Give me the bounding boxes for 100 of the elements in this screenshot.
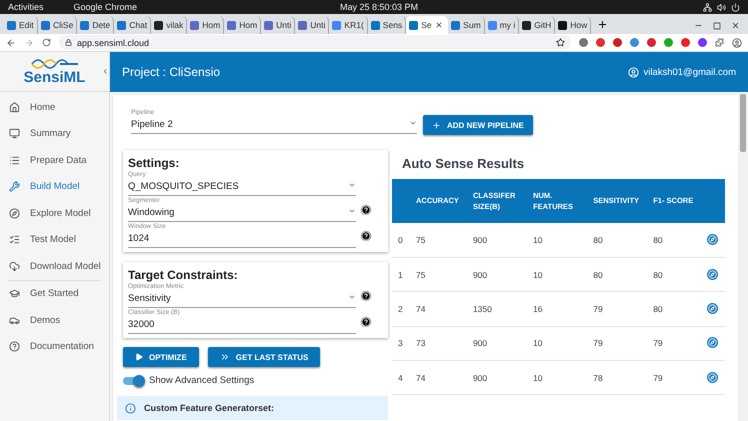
star-icon[interactable]: [556, 38, 565, 47]
table-cell: 79: [647, 326, 702, 361]
info-icon: [125, 402, 136, 414]
new-tab-icon[interactable]: [597, 19, 608, 30]
browser-tab[interactable]: Se: [406, 16, 448, 34]
cloud-download-icon: [9, 260, 20, 272]
table-cell: 10: [527, 360, 588, 395]
table-cell: 10: [527, 223, 588, 258]
table-cell: 79: [587, 292, 648, 326]
help-icon[interactable]: [361, 316, 371, 326]
status-button[interactable]: GET LAST STATUS: [208, 347, 320, 367]
dropdown-caret-icon[interactable]: [409, 119, 417, 127]
dropdown-caret-icon[interactable]: [348, 207, 356, 215]
card-title: Target Constraints:: [128, 268, 239, 282]
reload-icon[interactable]: [42, 38, 51, 47]
table-cell: 1350: [466, 292, 528, 326]
network-icon[interactable]: [703, 2, 712, 12]
profile-icon[interactable]: [732, 38, 742, 48]
select-field[interactable]: Pipeline 2: [131, 119, 173, 130]
table-cell: 74: [410, 292, 467, 326]
help-icon: [9, 341, 20, 352]
double-chevron-icon: [220, 352, 230, 362]
table-cell: 10: [527, 257, 588, 292]
compass-icon[interactable]: [707, 268, 718, 280]
table-cell: 80: [647, 257, 702, 292]
table-cell: 900: [466, 257, 528, 292]
nav-item[interactable]: Test Model: [0, 226, 109, 253]
monitor-icon: [9, 128, 20, 140]
back-icon[interactable]: [6, 38, 16, 48]
select-field[interactable]: Sensitivity: [128, 293, 171, 304]
table-cell: 1: [392, 257, 410, 292]
volume-icon[interactable]: [717, 2, 726, 12]
user-account[interactable]: vilaksh01@gmail.com: [628, 66, 736, 78]
optimize-button[interactable]: OPTIMIZE: [123, 347, 199, 367]
scrollbar-thumb[interactable]: [740, 94, 746, 152]
select-field[interactable]: Windowing: [128, 207, 174, 218]
nav-item[interactable]: Get Started: [0, 280, 109, 307]
card-title: Settings:: [128, 156, 180, 170]
dropdown-caret-icon[interactable]: [348, 181, 356, 189]
compass-icon: [9, 208, 20, 219]
nav-item[interactable]: Download Model: [0, 253, 109, 280]
table-cell: 80: [587, 223, 648, 258]
results-title: Auto Sense Results: [402, 156, 526, 171]
info-text: Custom Feature Generatorset:: [144, 403, 274, 413]
address-field[interactable]: app.sensiml.cloud: [59, 35, 571, 50]
table-cell: 75: [410, 257, 467, 292]
lock-icon: [65, 39, 72, 46]
compass-icon[interactable]: [707, 337, 718, 348]
table-cell: 74: [410, 360, 467, 395]
close-icon[interactable]: [434, 21, 443, 29]
help-icon[interactable]: [361, 290, 371, 300]
nav-item[interactable]: Documentation: [0, 334, 109, 360]
table-cell: 80: [587, 257, 648, 292]
nav-item[interactable]: Demos: [0, 307, 109, 334]
select-field[interactable]: Q_MOSQUITO_SPECIES: [128, 181, 239, 192]
compass-icon[interactable]: [707, 302, 718, 314]
wrench-icon: [9, 181, 20, 192]
home-icon: [9, 102, 20, 113]
table-cell: 16: [527, 292, 588, 326]
nav-item[interactable]: Home: [0, 94, 109, 120]
table-cell: 2: [392, 292, 410, 326]
extensions-icon[interactable]: [715, 38, 724, 47]
input-field[interactable]: 32000: [128, 319, 154, 330]
toggle-switch[interactable]: [123, 376, 143, 384]
sensiml-logo: SensiML: [24, 58, 86, 85]
table-cell: 75: [410, 223, 467, 258]
plus-icon: [432, 120, 441, 130]
table-cell: 73: [410, 326, 467, 361]
project-title: Project : CliSensio: [122, 65, 220, 79]
input-field[interactable]: 1024: [128, 233, 150, 244]
nav-item[interactable]: Build Model: [0, 174, 109, 200]
table-cell: 79: [647, 360, 702, 395]
table-cell: 78: [587, 360, 648, 395]
add-pipeline-button[interactable]: ADD NEW PIPELINE: [423, 115, 533, 135]
table-cell: 4: [392, 360, 410, 395]
compass-icon[interactable]: [707, 234, 718, 245]
close-icon[interactable]: [731, 21, 740, 30]
nav-item[interactable]: Prepare Data: [0, 147, 109, 174]
nav-item[interactable]: Explore Model: [0, 200, 109, 226]
power-icon[interactable]: [731, 2, 740, 12]
dropdown-caret-icon[interactable]: [348, 293, 356, 301]
user-icon: [628, 66, 640, 78]
table-cell: 0: [392, 223, 410, 258]
table-cell: 900: [466, 360, 528, 395]
toggle-label: Show Advanced Settings: [149, 375, 254, 386]
table-cell: 80: [647, 292, 702, 326]
compass-icon[interactable]: [707, 372, 718, 383]
table-cell: 10: [527, 326, 588, 361]
graduation-cap-icon: [9, 288, 20, 300]
activities-label[interactable]: Activities: [8, 2, 44, 12]
nav-item[interactable]: Summary: [0, 120, 109, 147]
help-icon[interactable]: [361, 204, 371, 214]
collapse-toggle[interactable]: ‹: [104, 66, 107, 77]
table-cell: 80: [647, 223, 702, 258]
table-cell: 900: [466, 223, 528, 258]
help-icon[interactable]: [361, 230, 371, 240]
table-cell: 79: [587, 326, 648, 361]
app-menu[interactable]: Google Chrome: [74, 2, 138, 12]
play-icon: [135, 353, 143, 361]
maximize-icon[interactable]: [713, 22, 721, 30]
